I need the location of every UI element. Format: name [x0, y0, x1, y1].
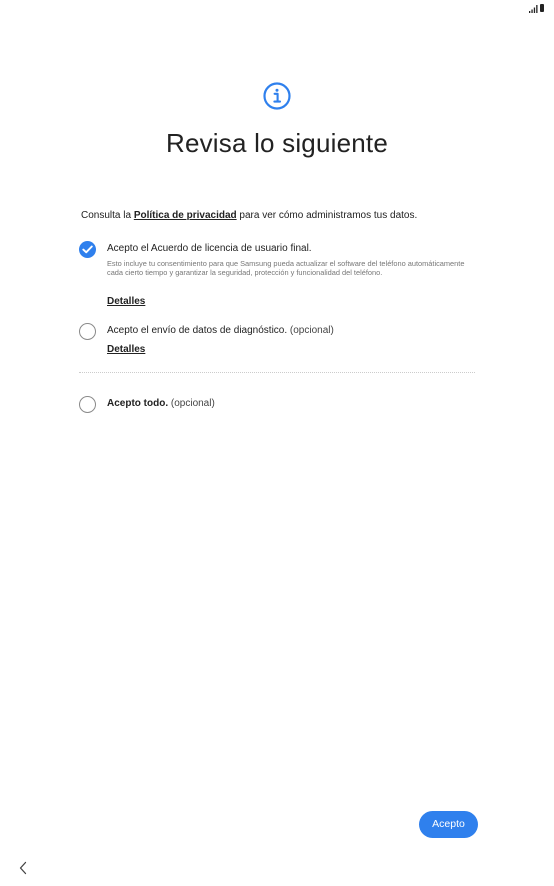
- battery-icon: [540, 4, 544, 12]
- diagnostic-label-text: Acepto el envío de datos de diagnóstico.: [107, 325, 288, 336]
- accept-all-optional-label: (opcional): [168, 398, 215, 409]
- accept-button[interactable]: Acepto: [419, 811, 478, 838]
- divider: [79, 372, 475, 373]
- diagnostic-label[interactable]: Acepto el envío de datos de diagnóstico.…: [107, 325, 334, 336]
- diagnostic-optional-label: (opcional): [287, 325, 334, 336]
- back-chevron-icon[interactable]: [18, 861, 28, 875]
- signal-icon: [529, 5, 538, 13]
- status-bar: [0, 0, 554, 18]
- eula-checkbox[interactable]: [79, 241, 96, 258]
- checkmark-icon: [82, 245, 93, 254]
- accept-all-checkbox[interactable]: [79, 396, 96, 413]
- accept-all-label-text: Acepto todo.: [107, 398, 169, 409]
- intro-suffix: para ver cómo administramos tus datos.: [236, 210, 418, 221]
- intro-prefix: Consulta la: [81, 210, 134, 221]
- eula-details-link[interactable]: Detalles: [107, 296, 145, 307]
- diagnostic-checkbox[interactable]: [79, 323, 96, 340]
- diagnostic-details-link[interactable]: Detalles: [107, 344, 145, 355]
- info-icon: [263, 82, 291, 110]
- eula-label[interactable]: Acepto el Acuerdo de licencia de usuario…: [107, 243, 312, 254]
- eula-description: Esto incluye tu consentimiento para que …: [107, 259, 465, 278]
- privacy-policy-link[interactable]: Política de privacidad: [134, 210, 237, 221]
- accept-all-label[interactable]: Acepto todo. (opcional): [107, 398, 215, 409]
- privacy-intro: Consulta la Política de privacidad para …: [81, 210, 417, 221]
- page-title: Revisa lo siguiente: [165, 128, 389, 158]
